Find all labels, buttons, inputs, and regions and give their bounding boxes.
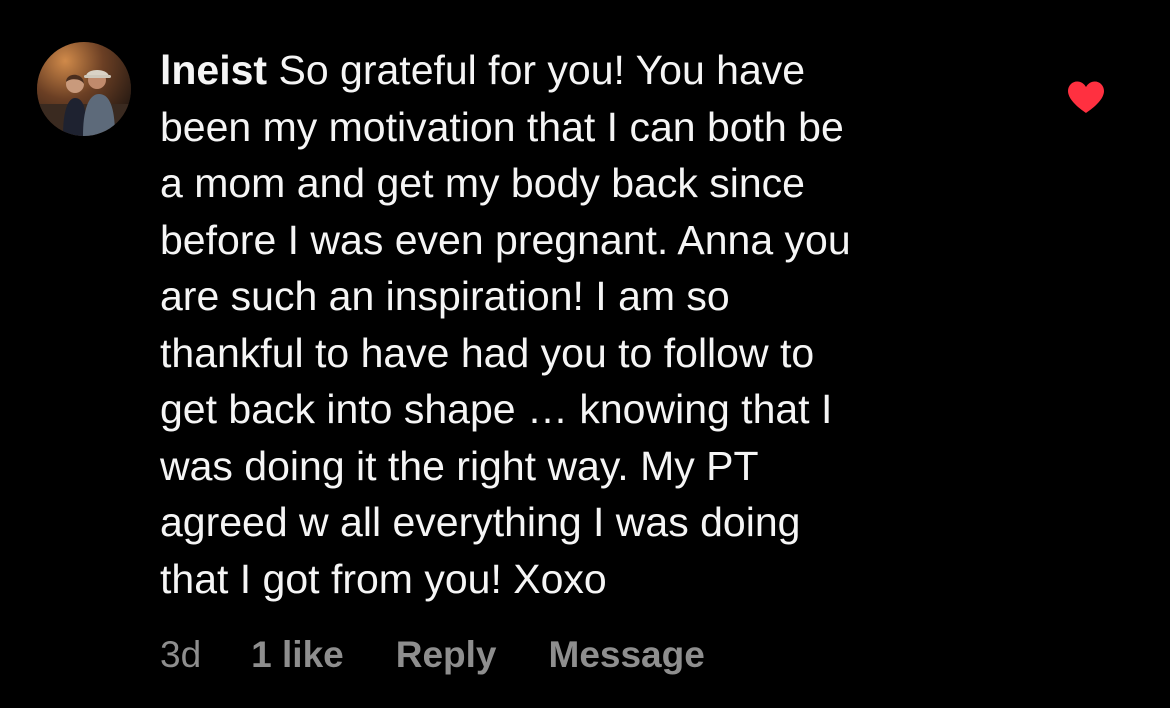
comment-item: lneist So grateful for you! You have bee… <box>0 0 1170 708</box>
avatar-photo <box>37 42 131 136</box>
comment-text: So grateful for you! You have been my mo… <box>160 47 851 602</box>
comment-body: lneist So grateful for you! You have bee… <box>160 42 1020 607</box>
like-button[interactable] <box>1066 80 1106 114</box>
heart-icon <box>1068 81 1104 113</box>
reply-button[interactable]: Reply <box>396 634 497 676</box>
likes-count-link[interactable]: 1 like <box>251 634 344 676</box>
comment-meta-row: 3d 1 like Reply Message <box>160 630 705 680</box>
avatar[interactable] <box>37 42 131 136</box>
comment-timestamp: 3d <box>160 634 202 675</box>
comment-username[interactable]: lneist <box>160 47 267 93</box>
message-button[interactable]: Message <box>549 634 705 676</box>
